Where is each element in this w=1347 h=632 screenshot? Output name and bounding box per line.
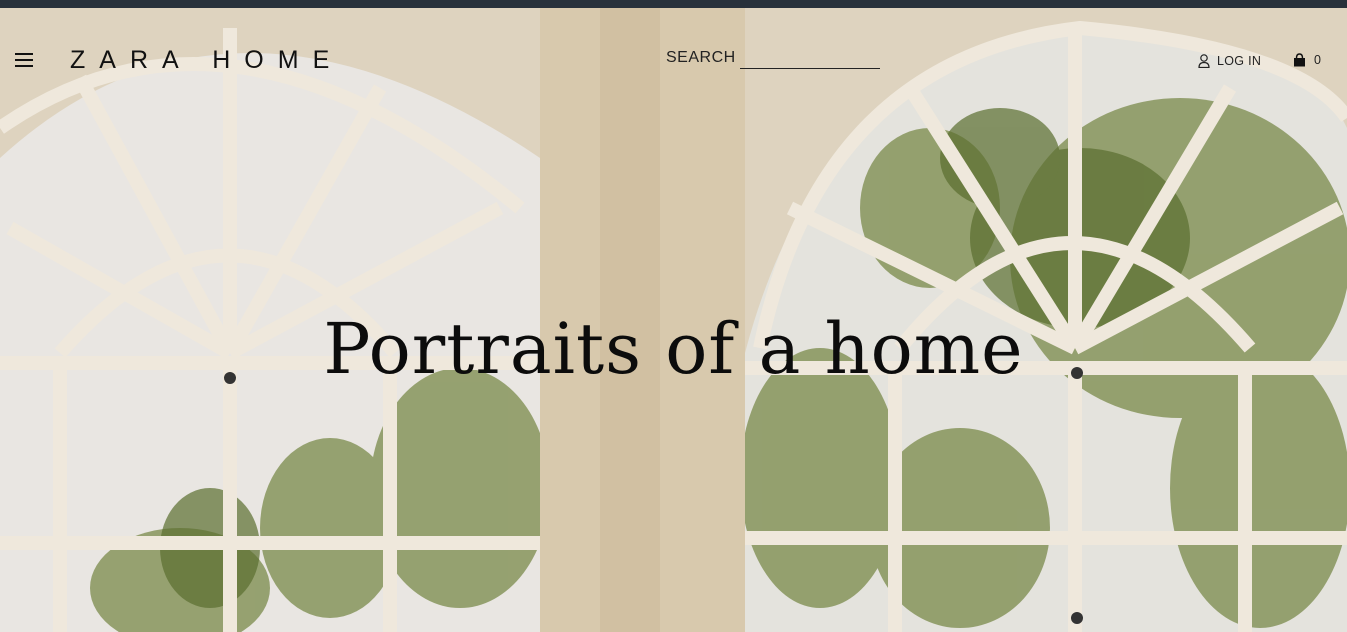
login-label: LOG IN: [1217, 54, 1262, 68]
cart-button[interactable]: 0: [1293, 52, 1321, 68]
login-link[interactable]: LOG IN: [1198, 53, 1261, 69]
zara-home-logo[interactable]: ZARA HOME: [70, 46, 343, 75]
site-header: ZARA HOME SEARCH LOG IN 0: [0, 8, 1347, 98]
search-underline: [740, 68, 880, 69]
user-icon: [1198, 54, 1210, 68]
cart-count: 0: [1314, 53, 1321, 67]
hero-title: Portraits of a home: [323, 308, 1024, 390]
hamburger-icon[interactable]: [15, 53, 33, 67]
search-label: SEARCH: [666, 49, 736, 66]
search-field[interactable]: SEARCH: [666, 49, 880, 71]
shopping-bag-icon: [1294, 53, 1305, 67]
top-bar: [0, 0, 1347, 8]
